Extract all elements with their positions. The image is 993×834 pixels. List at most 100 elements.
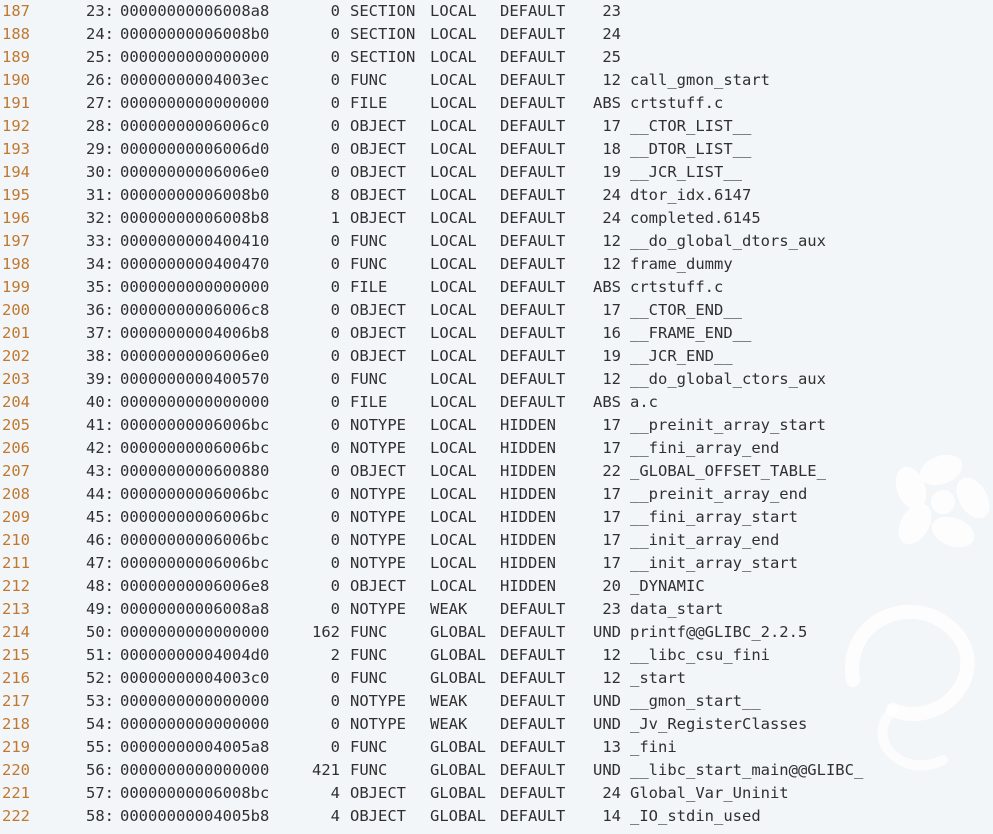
symbol-address: 0000000000000000 <box>120 393 270 411</box>
symbol-size: 0 <box>330 255 340 273</box>
table-row: 209 45: 00000000006006bc 0 NOTYPE LOCAL HIDDEN… <box>0 506 993 529</box>
table-row: 210 46: 00000000006006bc 0 NOTYPE LOCAL HIDDEN… <box>0 529 993 552</box>
symbol-type: SECTION <box>350 2 416 20</box>
symbol-type: NOTYPE <box>350 439 406 457</box>
symbol-type: OBJECT <box>350 324 406 342</box>
table-row: 188 24: 00000000006008b0 0 SECTION LOCAL DEFAU… <box>0 23 993 46</box>
section-index: 14 <box>602 807 621 825</box>
line-number: 217 <box>2 692 30 710</box>
symbol-binding: LOCAL <box>430 71 477 89</box>
symbol-type: FILE <box>350 278 388 296</box>
symbol-index: 50: <box>86 623 114 641</box>
symbol-size: 2 <box>330 646 340 664</box>
symbol-binding: LOCAL <box>430 462 477 480</box>
table-row: 187 23: 00000000006008a8 0 SECTION LOCAL DEFAU… <box>0 0 993 23</box>
symbol-size: 8 <box>330 186 340 204</box>
symbol-index: 36: <box>86 301 114 319</box>
symbol-visibility: HIDDEN <box>500 439 556 457</box>
symbol-name: __fini_array_end <box>630 439 780 457</box>
symbol-visibility: DEFAULT <box>500 669 566 687</box>
symbol-address: 00000000004003c0 <box>120 669 270 687</box>
symbol-size: 0 <box>330 94 340 112</box>
section-index: 22 <box>602 462 621 480</box>
line-number: 196 <box>2 209 30 227</box>
section-index: 20 <box>602 577 621 595</box>
section-index: 24 <box>602 209 621 227</box>
symbol-size: 0 <box>330 370 340 388</box>
symbol-name: __libc_csu_fini <box>630 646 770 664</box>
symbol-type: NOTYPE <box>350 531 406 549</box>
line-number: 216 <box>2 669 30 687</box>
symbol-address: 0000000000000000 <box>120 623 270 641</box>
symbol-size: 0 <box>330 278 340 296</box>
symbol-binding: LOCAL <box>430 163 477 181</box>
symbol-size: 0 <box>330 301 340 319</box>
symbol-address: 00000000006008b8 <box>120 209 270 227</box>
symbol-binding: LOCAL <box>430 324 477 342</box>
symbol-visibility: DEFAULT <box>500 692 566 710</box>
symbol-size: 4 <box>330 784 340 802</box>
symbol-type: FUNC <box>350 255 388 273</box>
table-row: 195 31: 00000000006008b0 8 OBJECT LOCAL DEFAUL… <box>0 184 993 207</box>
symbol-index: 40: <box>86 393 114 411</box>
section-index: ABS <box>593 94 621 112</box>
line-number: 211 <box>2 554 30 572</box>
symbol-binding: GLOBAL <box>430 807 486 825</box>
symbol-index: 49: <box>86 600 114 618</box>
symbol-size: 0 <box>330 347 340 365</box>
table-row: 218 54: 0000000000000000 0 NOTYPE WEAK DEFAULT… <box>0 713 993 736</box>
symbol-index: 29: <box>86 140 114 158</box>
symbol-visibility: DEFAULT <box>500 94 566 112</box>
symbol-visibility: DEFAULT <box>500 715 566 733</box>
symbol-name: __do_global_ctors_aux <box>630 370 826 388</box>
section-index: 17 <box>602 117 621 135</box>
section-index: 17 <box>602 416 621 434</box>
table-row: 204 40: 0000000000000000 0 FILE LOCAL DEFAULT A… <box>0 391 993 414</box>
symbol-binding: LOCAL <box>430 393 477 411</box>
symbol-name: __preinit_array_end <box>630 485 808 503</box>
symbol-size: 0 <box>330 2 340 20</box>
symbol-type: OBJECT <box>350 186 406 204</box>
line-number: 193 <box>2 140 30 158</box>
symbol-size: 0 <box>330 692 340 710</box>
section-index: 17 <box>602 531 621 549</box>
symbol-type: NOTYPE <box>350 485 406 503</box>
symbol-name: __fini_array_start <box>630 508 798 526</box>
section-index: 12 <box>602 71 621 89</box>
symbol-name: a.c <box>630 393 658 411</box>
symbol-visibility: DEFAULT <box>500 324 566 342</box>
symbol-name: crtstuff.c <box>630 94 724 112</box>
section-index: 17 <box>602 554 621 572</box>
symbol-type: FUNC <box>350 646 388 664</box>
symbol-visibility: DEFAULT <box>500 623 566 641</box>
symbol-binding: LOCAL <box>430 255 477 273</box>
symbol-type: SECTION <box>350 25 416 43</box>
line-number: 207 <box>2 462 30 480</box>
table-row: 215 51: 00000000004004d0 2 FUNC GLOBAL DEFAULT… <box>0 644 993 667</box>
symbol-visibility: DEFAULT <box>500 48 566 66</box>
symbol-binding: GLOBAL <box>430 669 486 687</box>
symbol-name: __gmon_start__ <box>630 692 761 710</box>
symbol-type: NOTYPE <box>350 715 406 733</box>
symbol-size: 0 <box>330 232 340 250</box>
symbol-size: 0 <box>330 117 340 135</box>
symbol-visibility: HIDDEN <box>500 416 556 434</box>
line-number: 221 <box>2 784 30 802</box>
symbol-size: 0 <box>330 48 340 66</box>
line-number: 214 <box>2 623 30 641</box>
symbol-binding: LOCAL <box>430 48 477 66</box>
section-index: 18 <box>602 140 621 158</box>
symbol-binding: WEAK <box>430 600 468 618</box>
symbol-index: 30: <box>86 163 114 181</box>
symbol-type: NOTYPE <box>350 508 406 526</box>
line-number: 215 <box>2 646 30 664</box>
symbol-type: OBJECT <box>350 163 406 181</box>
symbol-index: 56: <box>86 761 114 779</box>
symbol-binding: LOCAL <box>430 140 477 158</box>
symbol-size: 0 <box>330 738 340 756</box>
symbol-size: 0 <box>330 508 340 526</box>
symbol-visibility: DEFAULT <box>500 255 566 273</box>
symbol-address: 00000000006006c0 <box>120 117 270 135</box>
table-row: 196 32: 00000000006008b8 1 OBJECT LOCAL DEFAUL… <box>0 207 993 230</box>
symbol-index: 53: <box>86 692 114 710</box>
